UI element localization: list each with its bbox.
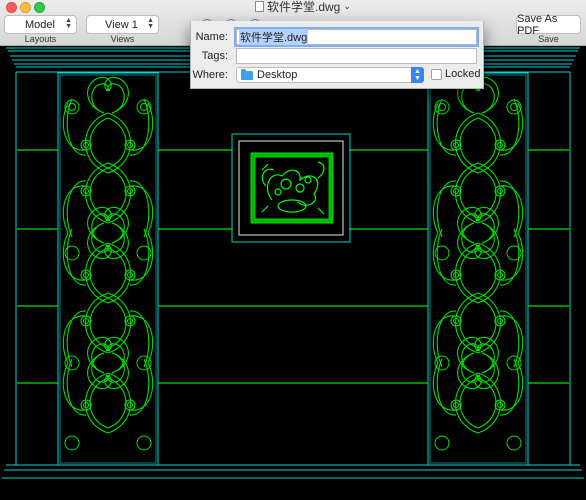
save-as-pdf-button[interactable]: Save As PDF [516,13,581,37]
save-dialog-sheet: Name: 软件学堂.dwg Tags: Where: Desktop ▲ ▼ L… [190,21,484,89]
close-window-button[interactable] [6,2,17,13]
name-label: Name: [195,31,228,43]
updown-arrows-icon: ▲ ▼ [411,67,424,83]
locked-checkbox[interactable] [431,69,442,80]
name-field[interactable]: 软件学堂.dwg [234,27,479,47]
chevron-down-icon: ⌄ [343,1,351,11]
locked-label: Locked [445,68,481,80]
center-painting [231,133,351,243]
views-caption: Views [110,34,135,44]
document-icon [255,1,264,12]
views-select[interactable]: View 1 ▲ ▼ [86,15,159,34]
folder-icon [241,68,253,80]
updown-arrows-icon: ▲ ▼ [65,17,72,30]
where-popup-value: Desktop [257,69,298,81]
right-ornament-column [428,73,528,465]
tags-label: Tags: [201,50,228,62]
zoom-window-button[interactable] [34,2,45,13]
views-select-value: View 1 [105,18,138,31]
tags-field[interactable] [236,48,477,64]
updown-arrows-icon: ▲ ▼ [147,17,154,30]
where-label: Where: [192,69,228,81]
where-popup[interactable]: Desktop ▲ ▼ [236,67,424,83]
save-caption: Save [538,34,559,44]
cad-drawing-canvas[interactable] [0,46,586,500]
name-field-value: 软件学堂.dwg [239,29,309,45]
layouts-select[interactable]: Model ▲ ▼ [4,15,77,34]
left-ornament-column [58,73,158,465]
window-title[interactable]: 软件学堂.dwg ⌄ [255,0,351,14]
minimize-window-button[interactable] [20,2,31,13]
window-title-text: 软件学堂.dwg [267,0,341,14]
layouts-select-value: Model [25,18,55,31]
layouts-caption: Layouts [24,34,57,44]
